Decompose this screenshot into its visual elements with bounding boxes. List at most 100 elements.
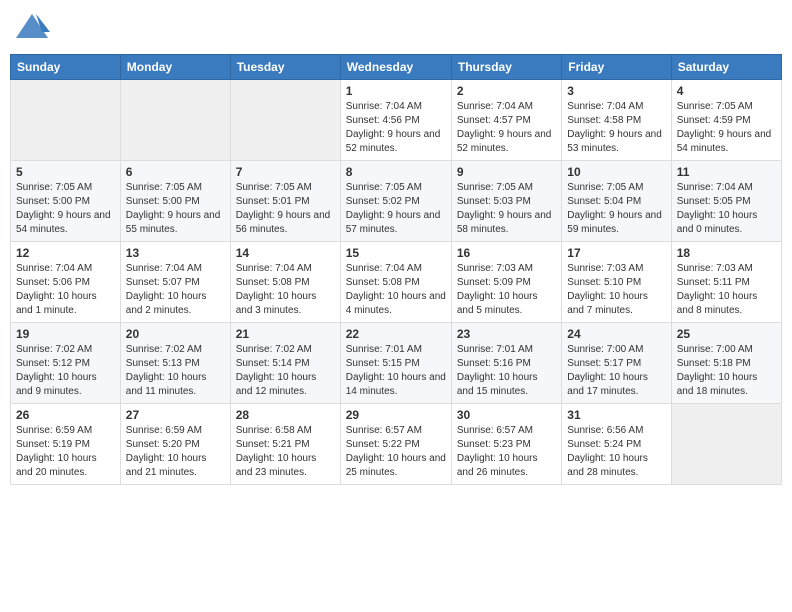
calendar-cell: 15 Sunrise: 7:04 AM Sunset: 5:08 PM Dayli… bbox=[340, 242, 451, 323]
day-number: 1 bbox=[346, 84, 446, 98]
calendar-week-3: 12 Sunrise: 7:04 AM Sunset: 5:06 PM Dayli… bbox=[11, 242, 782, 323]
calendar-header: SundayMondayTuesdayWednesdayThursdayFrid… bbox=[11, 55, 782, 80]
day-number: 6 bbox=[126, 165, 225, 179]
day-number: 4 bbox=[677, 84, 776, 98]
page-header bbox=[10, 10, 782, 46]
calendar-cell bbox=[230, 80, 340, 161]
day-info: Sunrise: 7:00 AM Sunset: 5:18 PM Dayligh… bbox=[677, 343, 776, 399]
calendar-cell: 23 Sunrise: 7:01 AM Sunset: 5:16 PM Dayli… bbox=[451, 323, 561, 404]
day-number: 31 bbox=[567, 408, 665, 422]
day-info: Sunrise: 7:04 AM Sunset: 4:56 PM Dayligh… bbox=[346, 100, 446, 156]
calendar-cell: 11 Sunrise: 7:04 AM Sunset: 5:05 PM Dayli… bbox=[671, 161, 781, 242]
logo bbox=[14, 10, 54, 46]
day-number: 25 bbox=[677, 327, 776, 341]
day-info: Sunrise: 7:05 AM Sunset: 5:00 PM Dayligh… bbox=[126, 181, 225, 237]
calendar-cell: 4 Sunrise: 7:05 AM Sunset: 4:59 PM Daylig… bbox=[671, 80, 781, 161]
day-number: 28 bbox=[236, 408, 335, 422]
day-info: Sunrise: 7:05 AM Sunset: 5:01 PM Dayligh… bbox=[236, 181, 335, 237]
day-number: 9 bbox=[457, 165, 556, 179]
calendar-cell: 22Sunrise: 7:01 AM Sunset: 5:15 PM Dayli… bbox=[340, 323, 451, 404]
weekday-header-sunday: Sunday bbox=[11, 55, 121, 80]
day-number: 2 bbox=[457, 84, 556, 98]
day-info: Sunrise: 6:58 AM Sunset: 5:21 PM Dayligh… bbox=[236, 424, 335, 480]
weekday-row: SundayMondayTuesdayWednesdayThursdayFrid… bbox=[11, 55, 782, 80]
day-info: Sunrise: 7:01 AM Sunset: 5:16 PM Dayligh… bbox=[457, 343, 556, 399]
calendar-cell: 31 Sunrise: 6:56 AM Sunset: 5:24 PM Dayli… bbox=[562, 404, 671, 485]
day-info: Sunrise: 7:03 AM Sunset: 5:09 PM Dayligh… bbox=[457, 262, 556, 318]
calendar-week-2: 5 Sunrise: 7:05 AM Sunset: 5:00 PM Daylig… bbox=[11, 161, 782, 242]
day-info: Sunrise: 7:04 AM Sunset: 5:05 PM Dayligh… bbox=[677, 181, 776, 237]
weekday-header-friday: Friday bbox=[562, 55, 671, 80]
day-number: 19 bbox=[16, 327, 115, 341]
day-info: Sunrise: 7:05 AM Sunset: 5:03 PM Dayligh… bbox=[457, 181, 556, 237]
day-number: 10 bbox=[567, 165, 665, 179]
day-info: Sunrise: 7:03 AM Sunset: 5:10 PM Dayligh… bbox=[567, 262, 665, 318]
day-info: Sunrise: 7:05 AM Sunset: 5:02 PM Dayligh… bbox=[346, 181, 446, 237]
day-number: 18 bbox=[677, 246, 776, 260]
calendar-cell: 20 Sunrise: 7:02 AM Sunset: 5:13 PM Dayli… bbox=[120, 323, 230, 404]
day-number: 24 bbox=[567, 327, 665, 341]
day-number: 21 bbox=[236, 327, 335, 341]
calendar-cell: 10 Sunrise: 7:05 AM Sunset: 5:04 PM Dayli… bbox=[562, 161, 671, 242]
day-number: 13 bbox=[126, 246, 225, 260]
calendar-cell: 8 Sunrise: 7:05 AM Sunset: 5:02 PM Daylig… bbox=[340, 161, 451, 242]
calendar-cell: 29Sunrise: 6:57 AM Sunset: 5:22 PM Dayli… bbox=[340, 404, 451, 485]
day-number: 5 bbox=[16, 165, 115, 179]
calendar-week-1: 1 Sunrise: 7:04 AM Sunset: 4:56 PM Daylig… bbox=[11, 80, 782, 161]
day-number: 27 bbox=[126, 408, 225, 422]
calendar-cell: 6 Sunrise: 7:05 AM Sunset: 5:00 PM Daylig… bbox=[120, 161, 230, 242]
day-info: Sunrise: 7:04 AM Sunset: 5:06 PM Dayligh… bbox=[16, 262, 115, 318]
calendar-cell: 21 Sunrise: 7:02 AM Sunset: 5:14 PM Dayli… bbox=[230, 323, 340, 404]
calendar-cell bbox=[120, 80, 230, 161]
day-info: Sunrise: 7:04 AM Sunset: 5:07 PM Dayligh… bbox=[126, 262, 225, 318]
day-number: 29 bbox=[346, 408, 446, 422]
day-info: Sunrise: 7:02 AM Sunset: 5:12 PM Dayligh… bbox=[16, 343, 115, 399]
day-number: 8 bbox=[346, 165, 446, 179]
calendar-week-5: 26Sunrise: 6:59 AM Sunset: 5:19 PM Dayli… bbox=[11, 404, 782, 485]
calendar-cell: 30Sunrise: 6:57 AM Sunset: 5:23 PM Dayli… bbox=[451, 404, 561, 485]
day-info: Sunrise: 7:04 AM Sunset: 5:08 PM Dayligh… bbox=[346, 262, 446, 318]
calendar-cell: 7 Sunrise: 7:05 AM Sunset: 5:01 PM Daylig… bbox=[230, 161, 340, 242]
calendar-table: SundayMondayTuesdayWednesdayThursdayFrid… bbox=[10, 54, 782, 485]
calendar-cell: 28 Sunrise: 6:58 AM Sunset: 5:21 PM Dayli… bbox=[230, 404, 340, 485]
day-number: 11 bbox=[677, 165, 776, 179]
day-number: 15 bbox=[346, 246, 446, 260]
day-info: Sunrise: 7:01 AM Sunset: 5:15 PM Dayligh… bbox=[346, 343, 446, 399]
weekday-header-saturday: Saturday bbox=[671, 55, 781, 80]
calendar-cell: 14Sunrise: 7:04 AM Sunset: 5:08 PM Dayli… bbox=[230, 242, 340, 323]
day-info: Sunrise: 7:02 AM Sunset: 5:13 PM Dayligh… bbox=[126, 343, 225, 399]
calendar-cell: 5 Sunrise: 7:05 AM Sunset: 5:00 PM Daylig… bbox=[11, 161, 121, 242]
weekday-header-tuesday: Tuesday bbox=[230, 55, 340, 80]
calendar-cell bbox=[11, 80, 121, 161]
calendar-week-4: 19 Sunrise: 7:02 AM Sunset: 5:12 PM Dayli… bbox=[11, 323, 782, 404]
day-info: Sunrise: 6:56 AM Sunset: 5:24 PM Dayligh… bbox=[567, 424, 665, 480]
calendar-cell: 19 Sunrise: 7:02 AM Sunset: 5:12 PM Dayli… bbox=[11, 323, 121, 404]
weekday-header-thursday: Thursday bbox=[451, 55, 561, 80]
calendar-cell: 13 Sunrise: 7:04 AM Sunset: 5:07 PM Dayli… bbox=[120, 242, 230, 323]
day-info: Sunrise: 6:59 AM Sunset: 5:20 PM Dayligh… bbox=[126, 424, 225, 480]
day-info: Sunrise: 7:02 AM Sunset: 5:14 PM Dayligh… bbox=[236, 343, 335, 399]
day-info: Sunrise: 7:05 AM Sunset: 5:04 PM Dayligh… bbox=[567, 181, 665, 237]
day-info: Sunrise: 7:05 AM Sunset: 5:00 PM Dayligh… bbox=[16, 181, 115, 237]
day-number: 20 bbox=[126, 327, 225, 341]
calendar-cell: 18 Sunrise: 7:03 AM Sunset: 5:11 PM Dayli… bbox=[671, 242, 781, 323]
day-number: 26 bbox=[16, 408, 115, 422]
calendar-cell: 27 Sunrise: 6:59 AM Sunset: 5:20 PM Dayli… bbox=[120, 404, 230, 485]
calendar-cell: 1 Sunrise: 7:04 AM Sunset: 4:56 PM Daylig… bbox=[340, 80, 451, 161]
calendar-body: 1 Sunrise: 7:04 AM Sunset: 4:56 PM Daylig… bbox=[11, 80, 782, 485]
day-info: Sunrise: 7:05 AM Sunset: 4:59 PM Dayligh… bbox=[677, 100, 776, 156]
day-info: Sunrise: 7:04 AM Sunset: 4:58 PM Dayligh… bbox=[567, 100, 665, 156]
day-number: 23 bbox=[457, 327, 556, 341]
day-info: Sunrise: 7:00 AM Sunset: 5:17 PM Dayligh… bbox=[567, 343, 665, 399]
day-number: 30 bbox=[457, 408, 556, 422]
weekday-header-wednesday: Wednesday bbox=[340, 55, 451, 80]
calendar-cell: 26Sunrise: 6:59 AM Sunset: 5:19 PM Dayli… bbox=[11, 404, 121, 485]
day-number: 7 bbox=[236, 165, 335, 179]
weekday-header-monday: Monday bbox=[120, 55, 230, 80]
day-number: 17 bbox=[567, 246, 665, 260]
day-number: 12 bbox=[16, 246, 115, 260]
calendar-cell: 12 Sunrise: 7:04 AM Sunset: 5:06 PM Dayli… bbox=[11, 242, 121, 323]
day-info: Sunrise: 7:03 AM Sunset: 5:11 PM Dayligh… bbox=[677, 262, 776, 318]
day-info: Sunrise: 7:04 AM Sunset: 5:08 PM Dayligh… bbox=[236, 262, 335, 318]
calendar-cell: 16Sunrise: 7:03 AM Sunset: 5:09 PM Dayli… bbox=[451, 242, 561, 323]
